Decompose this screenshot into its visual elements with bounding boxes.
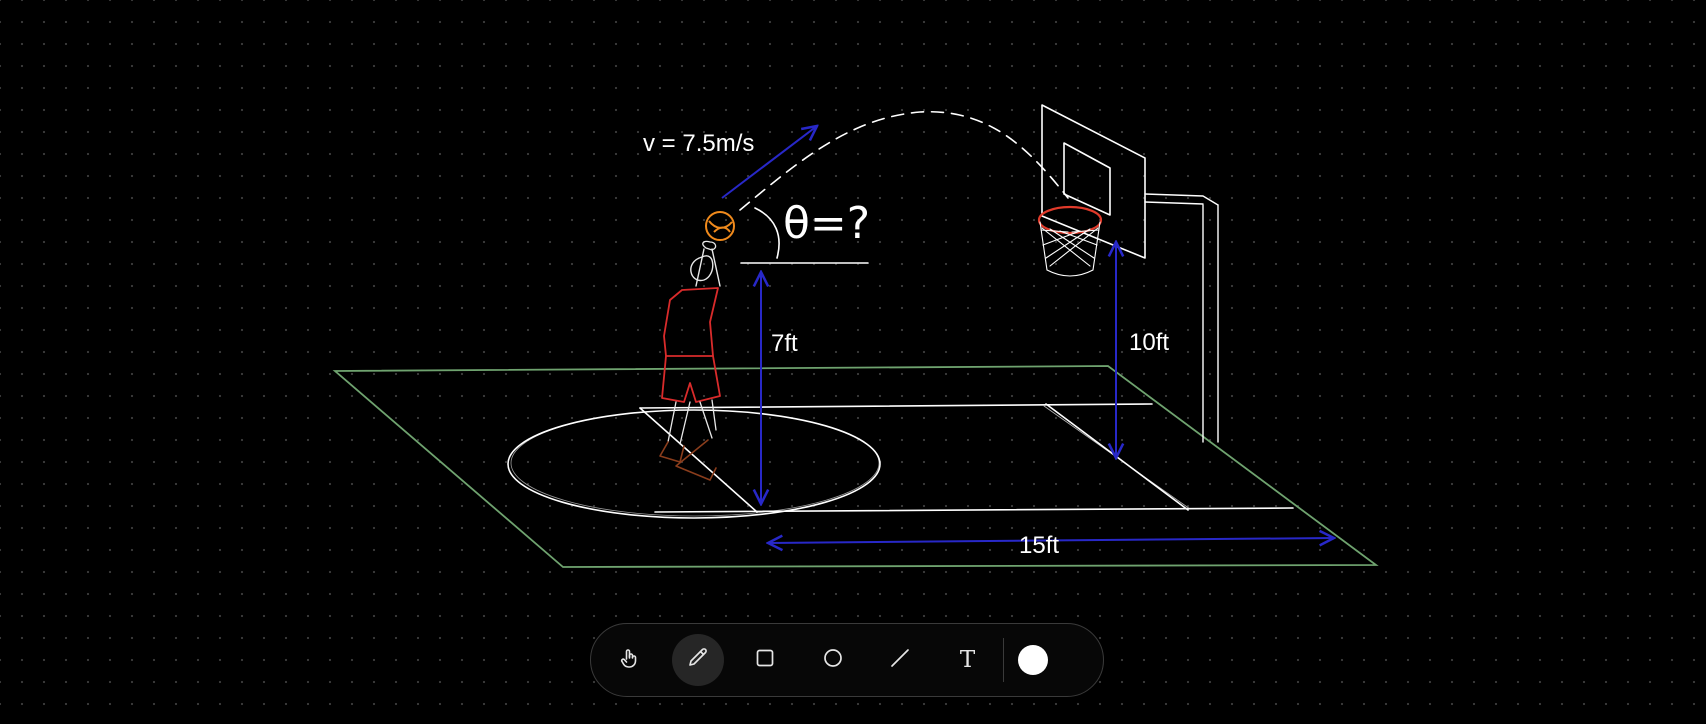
hand-icon <box>618 646 642 675</box>
court-lines <box>639 403 1294 513</box>
drawing-toolbar: T <box>590 623 1104 697</box>
player <box>659 240 721 481</box>
hand-tool[interactable] <box>604 634 656 686</box>
toolbar-divider <box>1003 638 1004 682</box>
pencil-icon <box>686 646 710 675</box>
circle-icon <box>821 646 845 675</box>
line-tool[interactable] <box>874 634 926 686</box>
rim-height-label: 10ft <box>1129 329 1169 356</box>
line-icon <box>888 646 912 675</box>
hoop-stand <box>1144 193 1219 443</box>
basketball <box>705 211 735 241</box>
color-swatch[interactable] <box>1018 645 1048 675</box>
text-icon: T <box>959 646 976 673</box>
rim <box>1037 205 1103 235</box>
center-circle <box>507 409 881 519</box>
pencil-tool[interactable] <box>671 634 724 686</box>
velocity-label: v = 7.5m/s <box>643 130 754 157</box>
rectangle-tool[interactable] <box>739 634 791 686</box>
court-outline <box>332 365 1379 568</box>
drawing-canvas[interactable]: θ=? v = 7.5m/s 7ft 10ft 15ft <box>0 0 1706 724</box>
ball-trajectory <box>739 111 1069 211</box>
text-tool[interactable]: T <box>942 634 994 686</box>
distance-label: 15ft <box>1019 532 1059 559</box>
ellipse-tool[interactable] <box>807 634 859 686</box>
backboard <box>1041 104 1146 259</box>
release-height-label: 7ft <box>771 330 798 357</box>
net <box>1039 221 1101 277</box>
square-icon <box>753 646 777 675</box>
angle-label: θ=? <box>783 198 870 249</box>
